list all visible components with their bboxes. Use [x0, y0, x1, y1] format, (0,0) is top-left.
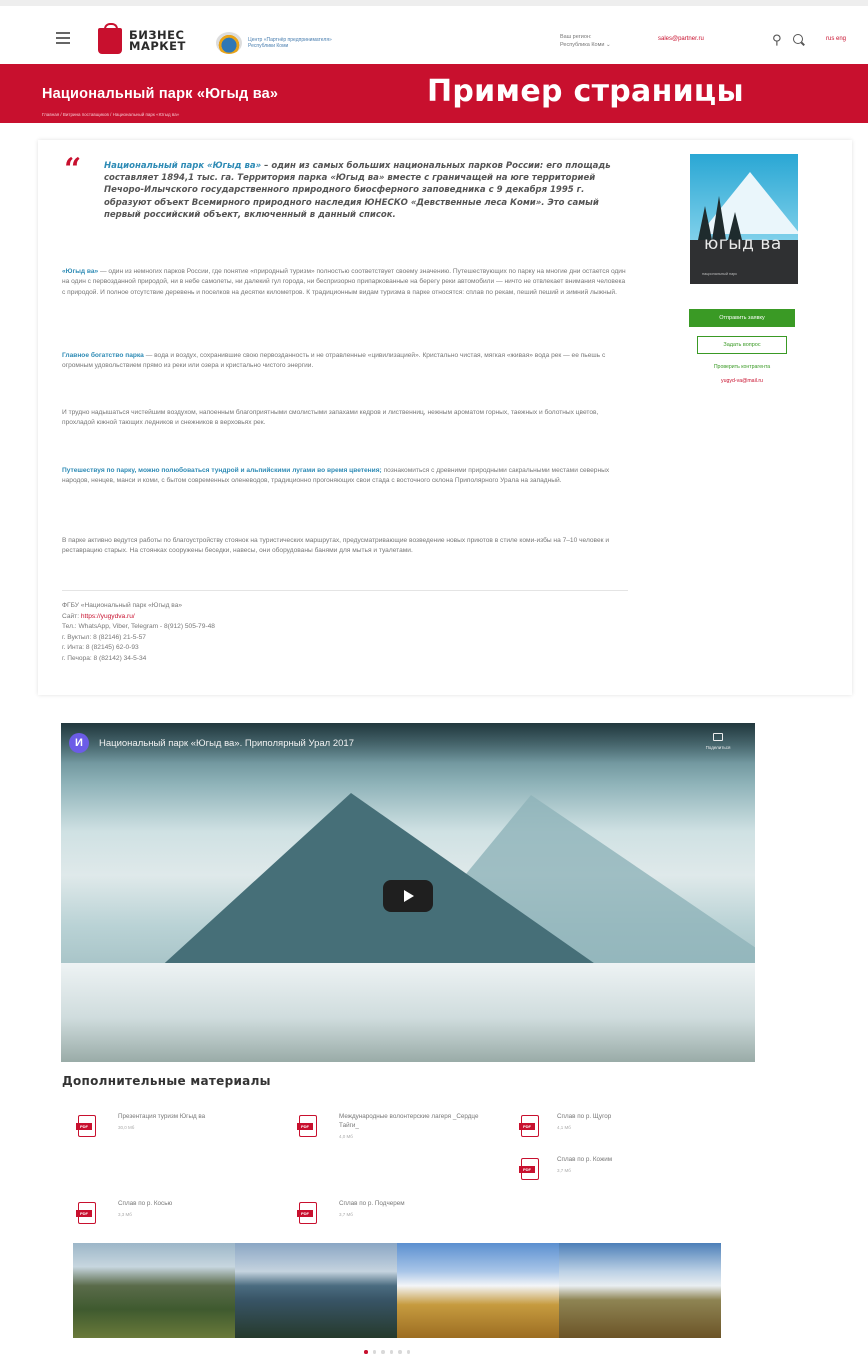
region-label: Ваш регион: [560, 34, 592, 40]
pdf-icon: PDF [519, 1115, 543, 1137]
side-email-link[interactable]: yugyd-va@mail.ru [689, 378, 795, 384]
share-button[interactable]: Поделиться [697, 733, 739, 750]
site-header: БИЗНЕС МАРКЕТ Центр «Партнёр предпринима… [0, 0, 868, 64]
region-value: Республика Коми ⌄ [560, 42, 611, 48]
gallery-photo[interactable] [73, 1243, 235, 1338]
park-logo-subtitle: национальный парк [702, 272, 737, 276]
share-label: Поделиться [705, 745, 731, 750]
ask-question-button[interactable]: Задать вопрос [697, 336, 787, 354]
user-icon[interactable]: ⚲ [772, 33, 786, 47]
park-logo: югыд ва национальный парк [690, 154, 798, 284]
example-page-label: Пример страницы [427, 74, 744, 109]
play-button[interactable] [383, 880, 433, 912]
breadcrumb[interactable]: Главная / Витрина поставщиков / Национал… [42, 112, 179, 117]
material-size: 3,3 Мб [118, 1212, 132, 1217]
intro-quote: Национальный парк «Югыд ва» – один из са… [104, 160, 624, 221]
logo-text: БИЗНЕС МАРКЕТ [129, 29, 186, 53]
gallery-photo[interactable] [397, 1243, 559, 1338]
gallery-dot[interactable] [372, 1350, 376, 1354]
paragraph-4: Путешествуя по парку, можно полюбоваться… [62, 466, 628, 487]
page-title: Национальный парк «Югыд ва» [42, 86, 279, 102]
contacts-phone: Тел.: WhatsApp, Viber, Telegram - 8(912)… [62, 623, 215, 631]
material-name: Презентация туризм Югыд ва [118, 1113, 206, 1120]
gallery-pagination [364, 1350, 410, 1354]
contacts-org: ФГБУ «Национальный парк «Югыд ва» [62, 602, 183, 609]
share-icon [713, 733, 723, 741]
shopping-bag-icon [98, 23, 122, 54]
materials-title: Дополнительные материалы [62, 1074, 271, 1088]
park-logo-name: югыд ва [704, 234, 782, 254]
contacts-inta: г. Инта: 8 (82145) 62-0-93 [62, 644, 139, 652]
contacts-site-label: Сайт: [62, 612, 81, 620]
gallery-photo[interactable] [559, 1243, 721, 1338]
pdf-icon: PDF [297, 1115, 321, 1137]
gallery-dot[interactable] [398, 1350, 402, 1354]
material-item[interactable]: PDF Международные волонтерские лагеря _С… [297, 1113, 507, 1147]
logo-line2: МАРКЕТ [129, 39, 186, 53]
content-divider [62, 590, 628, 591]
partner-emblem-icon [216, 32, 242, 54]
channel-avatar[interactable]: И [69, 733, 89, 753]
gallery-photo[interactable] [235, 1243, 397, 1338]
header-email-link[interactable]: sales@partner.ru [658, 36, 704, 42]
site-logo[interactable]: БИЗНЕС МАРКЕТ [98, 23, 186, 54]
video-title[interactable]: Национальный парк «Югыд ва». Приполярный… [99, 738, 354, 749]
paragraph-1-text: — один из немногих парков России, где по… [62, 268, 626, 296]
pdf-icon: PDF [76, 1115, 100, 1137]
paragraph-2: Главное богатство парка — вода и воздух,… [62, 351, 628, 372]
material-item[interactable]: PDF Сплав по р. Косью 3,3 Мб [76, 1200, 276, 1230]
material-size: 4,1 Мб [557, 1125, 571, 1130]
paragraph-1-lead: «Югыд ва» [62, 268, 99, 275]
material-item[interactable]: PDF Сплав по р. Кожим 3,7 Мб [519, 1156, 719, 1186]
partner-text: Центр «Партнёр предпринимателя» Республи… [248, 37, 332, 49]
menu-icon[interactable] [56, 32, 70, 44]
material-item[interactable]: PDF Сплав по р. Подчерем 3,7 Мб [297, 1200, 497, 1230]
page-banner: Национальный парк «Югыд ва» Главная / Ви… [0, 64, 868, 123]
region-selector[interactable]: Ваш регион: Республика Коми ⌄ [560, 33, 611, 49]
gallery-dot[interactable] [381, 1350, 385, 1354]
gallery-dot[interactable] [406, 1350, 410, 1354]
search-icon[interactable] [792, 33, 806, 47]
material-item[interactable]: PDF Презентация туризм Югыд ва 30,0 Мб [76, 1113, 276, 1143]
material-name: Сплав по р. Косью [118, 1200, 173, 1207]
check-counterparty-link[interactable]: Проверить контрагента [689, 364, 795, 370]
gallery-dot[interactable] [364, 1350, 368, 1354]
partner-logo[interactable]: Центр «Партнёр предпринимателя» Республи… [216, 32, 344, 54]
pdf-icon: PDF [297, 1202, 321, 1224]
material-size: 3,7 Мб [557, 1168, 571, 1173]
pdf-icon: PDF [519, 1158, 543, 1180]
material-name: Сплав по р. Подчерем [339, 1200, 405, 1207]
paragraph-4-lead: Путешествуя по парку, можно полюбоваться… [62, 467, 382, 474]
gallery-dot[interactable] [389, 1350, 393, 1354]
paragraph-2-text: — вода и воздух, сохранившие свою первоз… [62, 352, 606, 370]
material-name: Сплав по р. Щугор [557, 1113, 612, 1120]
contacts-site-row: Сайт: https://yugydva.ru/ [62, 612, 215, 623]
send-request-button[interactable]: Отправить заявку [689, 309, 795, 327]
language-switch[interactable]: rus eng [826, 36, 846, 42]
quote-lead[interactable]: Национальный парк «Югыд ва» [104, 161, 261, 171]
contacts-pechora: г. Печора: 8 (82142) 34-5-34 [62, 654, 147, 662]
material-item[interactable]: PDF Сплав по р. Щугор 4,1 Мб [519, 1113, 719, 1143]
photo-gallery[interactable] [73, 1243, 721, 1338]
quote-mark-icon: “ [64, 152, 82, 187]
paragraph-5: В парке активно ведутся работы по благоу… [62, 537, 610, 555]
pdf-icon: PDF [76, 1202, 100, 1224]
material-name: Международные волонтерские лагеря _Сердц… [339, 1113, 479, 1129]
contacts-block: ФГБУ «Национальный парк «Югыд ва» Сайт: … [62, 601, 215, 665]
paragraph-3: И трудно надышаться чистейшим воздухом, … [62, 409, 599, 427]
material-size: 30,0 Мб [118, 1125, 135, 1130]
paragraph-1: «Югыд ва» — один из немногих парков Росс… [62, 267, 628, 298]
material-size: 4,0 Мб [339, 1134, 353, 1139]
video-player[interactable]: И Национальный парк «Югыд ва». Приполярн… [61, 723, 755, 1062]
material-size: 3,7 Мб [339, 1212, 353, 1217]
contacts-vuktyl: г. Вуктыл: 8 (82146) 21-5-57 [62, 633, 146, 641]
video-frame-snow [61, 963, 755, 1062]
contacts-site-link[interactable]: https://yugydva.ru/ [81, 613, 135, 620]
paragraph-2-lead: Главное богатство парка [62, 352, 144, 359]
material-name: Сплав по р. Кожим [557, 1156, 613, 1163]
